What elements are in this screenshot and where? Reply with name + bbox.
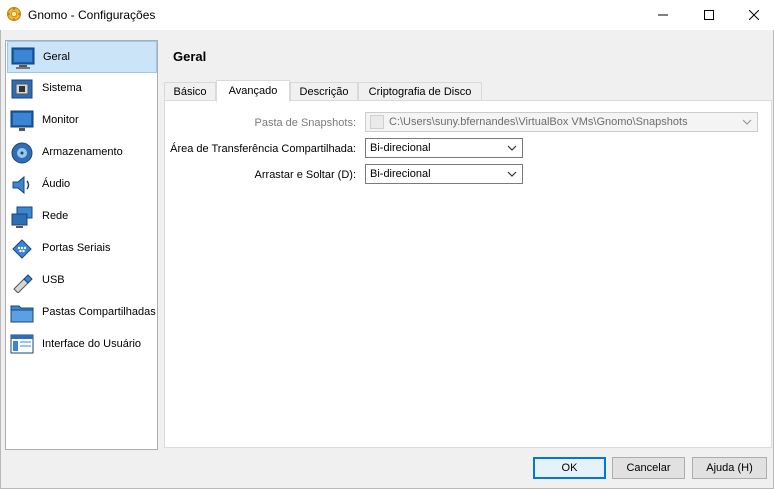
tab-basico[interactable]: Básico — [164, 82, 216, 101]
serial-ports-icon — [12, 239, 32, 259]
sidebar-item-sistema[interactable]: Sistema — [7, 73, 157, 105]
close-icon — [749, 10, 759, 20]
sidebar-item-usb[interactable]: USB — [7, 265, 157, 297]
sidebar-item-label: Monitor — [42, 114, 79, 126]
sidebar-item-label: Rede — [42, 210, 69, 222]
drag-drop-select[interactable]: Bi-direcional — [365, 164, 523, 184]
drag-drop-label: Arrastar e Soltar (D): — [254, 169, 356, 181]
page-title: Geral — [173, 49, 207, 64]
sidebar-item-label: Armazenamento — [42, 146, 123, 158]
sidebar-item-label: USB — [42, 274, 65, 286]
sidebar-item-label: Pastas Compartilhadas — [42, 306, 156, 318]
snapshot-folder-value: C:\Users\suny.bfernandes\VirtualBox VMs\… — [389, 116, 688, 128]
tab-avancado[interactable]: Avançado — [216, 80, 290, 102]
sidebar-item-interface-do-usuario[interactable]: Interface do Usuário — [7, 329, 157, 361]
settings-sidebar: Geral Sistema Monitor Armazenamento Áudi… — [5, 40, 158, 450]
maximize-icon — [704, 10, 714, 20]
help-button[interactable]: Ajuda (H) — [692, 457, 767, 479]
sidebar-item-rede[interactable]: Rede — [7, 201, 157, 233]
app-icon — [7, 7, 21, 21]
sidebar-item-label: Áudio — [42, 178, 71, 190]
sidebar-item-label: Interface do Usuário — [42, 338, 142, 350]
chevron-down-icon — [507, 171, 517, 177]
monitor-icon — [10, 110, 34, 131]
minimize-button[interactable] — [640, 0, 686, 30]
drag-drop-value: Bi-direcional — [370, 168, 431, 180]
shared-clipboard-select[interactable]: Bi-direcional — [365, 138, 523, 158]
sidebar-item-armazenamento[interactable]: Armazenamento — [7, 137, 157, 169]
sidebar-item-label: Geral — [43, 51, 70, 63]
snapshot-folder-select[interactable]: C:\Users\suny.bfernandes\VirtualBox VMs\… — [365, 112, 758, 132]
tab-criptografia-de-disco[interactable]: Criptografia de Disco — [358, 82, 482, 101]
sidebar-item-label: Sistema — [42, 82, 82, 94]
minimize-icon — [658, 14, 668, 16]
user-interface-icon — [10, 334, 34, 354]
network-icon — [11, 206, 33, 228]
close-button[interactable] — [731, 0, 774, 30]
snapshot-folder-label: Pasta de Snapshots: — [254, 117, 356, 129]
sidebar-item-portas-seriais[interactable]: Portas Seriais — [7, 233, 157, 265]
sidebar-item-geral[interactable]: Geral — [7, 41, 157, 73]
shared-clipboard-value: Bi-direcional — [370, 142, 431, 154]
folder-icon — [370, 115, 384, 129]
sidebar-item-label: Portas Seriais — [42, 242, 111, 254]
shared-folders-icon — [10, 305, 34, 323]
chevron-down-icon — [742, 119, 752, 125]
maximize-button[interactable] — [686, 0, 732, 30]
cancel-button[interactable]: Cancelar — [612, 457, 685, 479]
system-icon — [11, 79, 33, 99]
general-icon — [11, 47, 35, 69]
tab-panel-avancado: Pasta de Snapshots: C:\Users\suny.bferna… — [164, 100, 772, 448]
title-bar: Gnomo - Configurações — [0, 0, 774, 30]
window-title: Gnomo - Configurações — [28, 8, 156, 22]
usb-icon — [13, 274, 33, 293]
sidebar-item-audio[interactable]: Áudio — [7, 169, 157, 201]
storage-icon — [11, 142, 33, 164]
audio-icon — [12, 175, 30, 195]
shared-clipboard-label: Área de Transferência Compartilhada: — [170, 143, 356, 155]
sidebar-item-pastas-compartilhadas[interactable]: Pastas Compartilhadas — [7, 297, 157, 329]
ok-button[interactable]: OK — [533, 457, 606, 479]
chevron-down-icon — [507, 145, 517, 151]
sidebar-item-monitor[interactable]: Monitor — [7, 105, 157, 137]
page-header: Geral — [164, 40, 772, 73]
tab-descricao[interactable]: Descrição — [290, 82, 358, 101]
